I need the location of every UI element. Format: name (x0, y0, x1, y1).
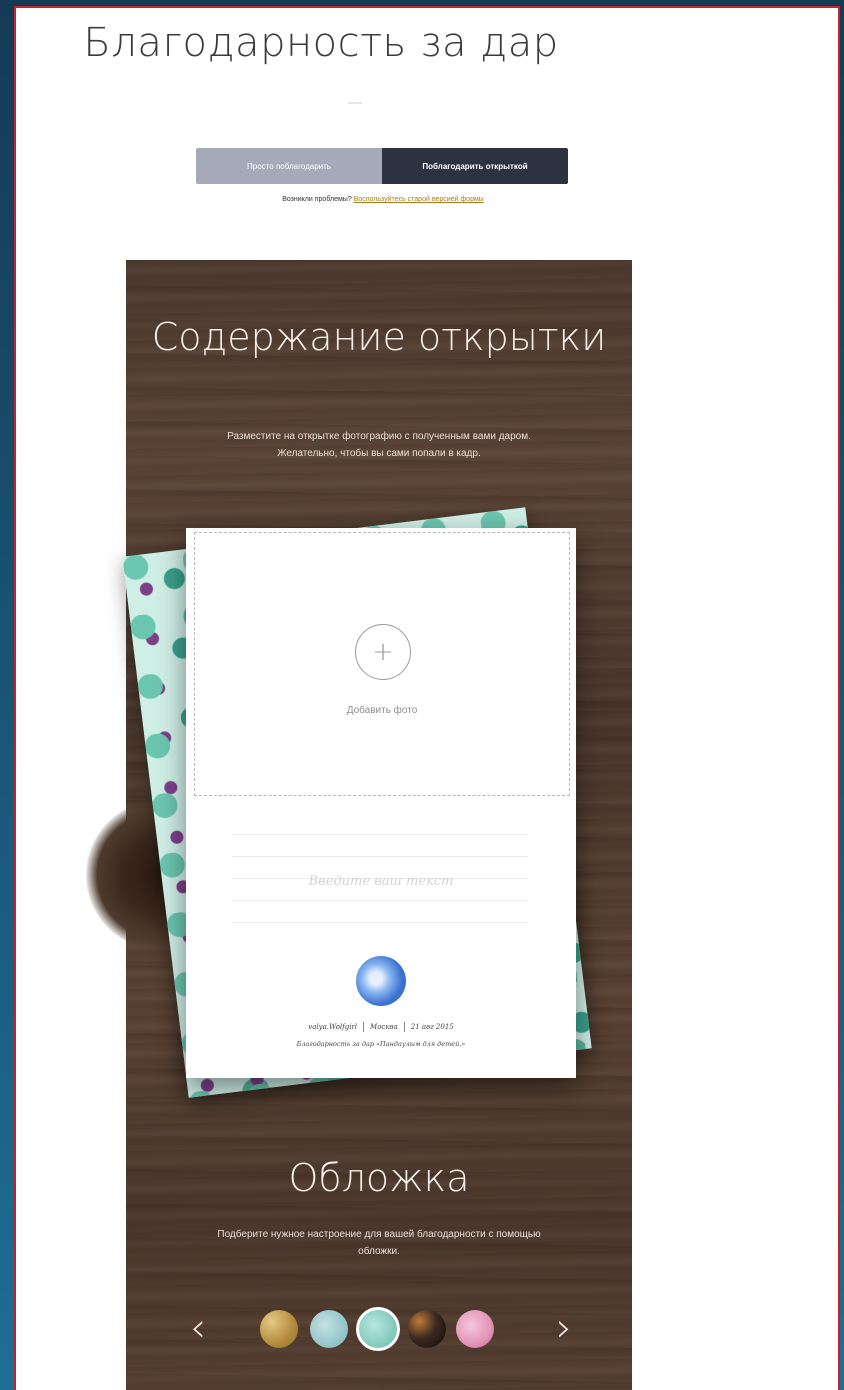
tab-card-thanks[interactable]: Поблагодарить открыткой (382, 148, 568, 184)
photo-upload-area[interactable]: + Добавить фото (194, 532, 570, 796)
cover-section-description: Подберите нужное настроение для вашей бл… (217, 1229, 541, 1257)
content-section-title: Содержание открытки (151, 315, 607, 359)
chevron-left-icon[interactable]: ‹ (184, 1305, 212, 1351)
page-title: Благодарность за дар (83, 20, 559, 66)
signature-user: valya.Wolfgirl (308, 1023, 358, 1031)
problem-note: Возникли проблемы? Воспользуйтесь старой… (16, 196, 750, 203)
signature-date: 21 авг 2015 (410, 1023, 454, 1031)
chevron-right-icon[interactable]: › (550, 1305, 578, 1351)
signature-divider (363, 1022, 365, 1032)
add-photo-plus-icon[interactable]: + (355, 624, 411, 680)
signature-divider (403, 1022, 405, 1032)
cover-swatch-mint-selected[interactable] (356, 1307, 400, 1351)
old-form-link[interactable]: Воспользуйтесь старой версией формы (354, 196, 484, 203)
card-editor: Содержание открытки Разместите на открыт… (86, 256, 632, 1390)
cover-swatch-gold[interactable] (260, 1310, 298, 1348)
card-thanks-line: Благодарность за дар «Пандаулым для дете… (296, 1040, 466, 1048)
text-line (232, 834, 528, 835)
card-signature: valya.Wolfgirl Москва 21 авг 2015 (186, 1022, 576, 1032)
problem-prefix: Возникли проблемы? (282, 196, 352, 203)
signature-city: Москва (370, 1023, 398, 1031)
cover-swatch-light-blue[interactable] (310, 1310, 348, 1348)
cover-swatch-pink[interactable] (456, 1310, 494, 1348)
title-divider (348, 102, 362, 104)
page-frame: Благодарность за дар Просто поблагодарит… (14, 6, 840, 1390)
card-front: + Добавить фото Введите ваш текст valya.… (186, 528, 576, 1078)
card-text-input[interactable]: Введите ваш текст (186, 874, 576, 889)
avatar (356, 956, 406, 1006)
tab-simple-thanks[interactable]: Просто поблагодарить (196, 148, 382, 184)
zigzag-edge (126, 256, 632, 264)
text-line (232, 922, 528, 923)
content-section-description: Разместите на открытке фотографию с полу… (227, 431, 531, 459)
add-photo-label: Добавить фото (346, 705, 418, 716)
cover-swatch-dark-floral[interactable] (408, 1310, 446, 1348)
text-line (232, 900, 528, 901)
mode-switch: Просто поблагодарить Поблагодарить откры… (196, 148, 568, 184)
text-line (232, 856, 528, 857)
cover-section-title: Обложка (288, 1156, 470, 1200)
